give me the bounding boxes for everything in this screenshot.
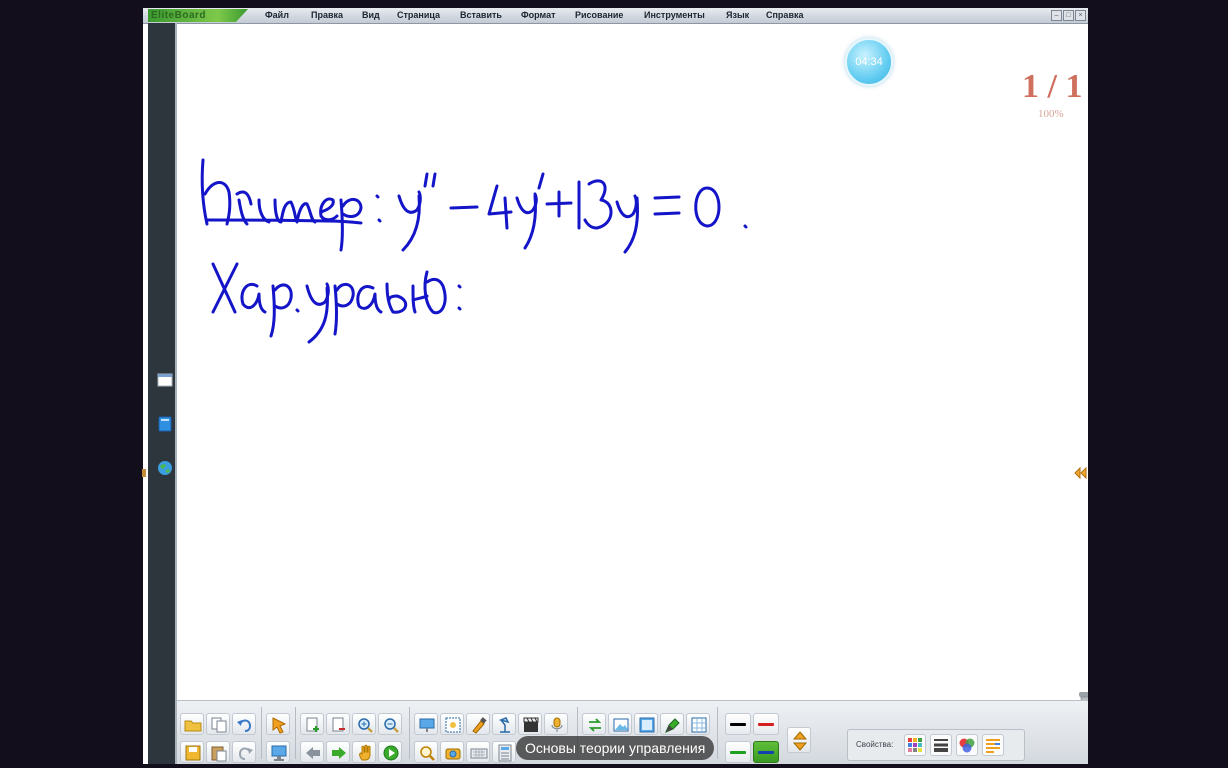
pen-color-red[interactable] <box>753 713 779 735</box>
handwriting-line-2 <box>211 262 462 344</box>
play-icon[interactable] <box>378 741 402 763</box>
pen-color-swatch <box>730 751 746 754</box>
zoom-out-icon[interactable] <box>378 713 402 735</box>
globe-icon[interactable] <box>157 460 173 476</box>
film-icon[interactable] <box>518 713 542 735</box>
paste-icon[interactable] <box>206 741 230 763</box>
palette-icon[interactable] <box>904 734 926 756</box>
menu-page[interactable]: Страница <box>397 8 440 23</box>
pen-color-black[interactable] <box>725 713 751 735</box>
color-mix-icon[interactable] <box>956 734 978 756</box>
pen-color-swatch <box>758 751 774 754</box>
open-folder-icon[interactable] <box>180 713 204 735</box>
window-icon[interactable] <box>157 372 173 388</box>
zoom-in-icon[interactable] <box>352 713 376 735</box>
collapse-arrow-icon[interactable] <box>1073 466 1087 480</box>
highlighter-icon[interactable] <box>466 713 490 735</box>
magnifier-icon[interactable] <box>414 741 438 763</box>
line-style-icon[interactable] <box>930 734 952 756</box>
toolbar-separator <box>717 707 718 759</box>
toolbar-separator <box>261 707 262 759</box>
left-edge-handle[interactable] <box>142 469 146 477</box>
tooltip: Основы теории управления <box>516 736 715 760</box>
minimize-button[interactable]: – <box>1051 10 1062 21</box>
prev-page-icon[interactable] <box>300 741 324 763</box>
lamp-icon[interactable] <box>492 713 516 735</box>
properties-label: Свойства: <box>856 740 894 749</box>
delete-page-icon[interactable] <box>326 713 350 735</box>
close-button[interactable]: × <box>1075 10 1086 21</box>
calculator-icon[interactable] <box>492 741 516 763</box>
menu-file[interactable]: Файл <box>265 8 289 23</box>
copy-icon[interactable] <box>206 713 230 735</box>
menu-insert[interactable]: Вставить <box>460 8 502 23</box>
menu-help[interactable]: Справка <box>766 8 803 23</box>
undo-icon[interactable] <box>232 713 256 735</box>
add-page-icon[interactable] <box>300 713 324 735</box>
select-arrow-icon[interactable] <box>266 713 290 735</box>
camera-icon[interactable] <box>440 741 464 763</box>
handwriting-line-1 <box>200 158 748 254</box>
save-icon[interactable] <box>180 741 204 763</box>
book-icon[interactable] <box>157 416 173 432</box>
screen-shade-icon[interactable] <box>414 713 438 735</box>
menu-format[interactable]: Формат <box>521 8 556 23</box>
restore-button[interactable]: □ <box>1063 10 1074 21</box>
pen-color-blue-active[interactable] <box>753 741 779 763</box>
hand-icon[interactable] <box>352 741 376 763</box>
toolbar-separator <box>295 707 296 759</box>
more-colors-toggle[interactable] <box>787 727 811 753</box>
image-frame-icon[interactable] <box>634 713 658 735</box>
handwritten-notes <box>200 158 748 344</box>
picture-icon[interactable] <box>608 713 632 735</box>
next-page-icon[interactable] <box>326 741 350 763</box>
menu-edit[interactable]: Правка <box>311 8 343 23</box>
convert-icon[interactable] <box>582 713 606 735</box>
pen-color-swatch <box>758 723 774 726</box>
menu-language[interactable]: Язык <box>726 8 749 23</box>
eliteboard-window: EliteBoard Файл Правка Вид Страница Вста… <box>143 8 1088 764</box>
whiteboard-canvas[interactable]: 04:34 1 / 1 100% <box>177 24 1088 717</box>
menu-view[interactable]: Вид <box>362 8 380 23</box>
redo-icon[interactable] <box>232 741 256 763</box>
pen-color-green[interactable] <box>725 741 751 763</box>
pen-tool-icon[interactable] <box>660 713 684 735</box>
grid-edit-icon[interactable] <box>686 713 710 735</box>
side-panel <box>148 23 175 764</box>
properties-panel: Свойства: <box>847 729 1025 761</box>
menu-drawing[interactable]: Рисование <box>575 8 623 23</box>
spotlight-icon[interactable] <box>440 713 464 735</box>
screen-icon[interactable] <box>266 741 290 763</box>
microphone-icon[interactable] <box>544 713 568 735</box>
align-icon[interactable] <box>982 734 1004 756</box>
app-logo: EliteBoard <box>148 9 248 22</box>
pen-color-swatch <box>730 723 746 726</box>
menu-tools[interactable]: Инструменты <box>644 8 705 23</box>
menu-bar: EliteBoard Файл Правка Вид Страница Вста… <box>143 8 1088 24</box>
keyboard-icon[interactable] <box>466 741 490 763</box>
toolbar-separator <box>409 707 410 759</box>
